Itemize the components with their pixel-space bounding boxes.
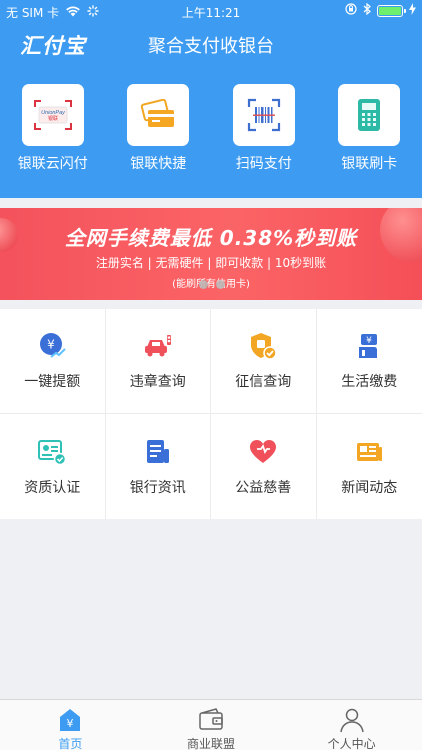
service-label: 资质认证 — [24, 479, 81, 496]
hand-yuan-icon: ¥ — [354, 331, 384, 361]
shield-check-icon — [248, 331, 278, 361]
service-label: 公益慈善 — [235, 479, 292, 496]
svg-text:¥: ¥ — [67, 717, 74, 730]
banner-subtitle: 注册实名 | 无需硬件 | 即可收款 | 10秒到账 — [95, 256, 327, 270]
barcode-scan-icon — [232, 84, 295, 146]
page-title: 聚合支付收银台 — [0, 32, 422, 58]
tab-label: 商业联盟 — [187, 737, 236, 750]
certificate-icon — [37, 437, 67, 467]
carousel-dots — [199, 280, 225, 289]
carousel-dot[interactable] — [216, 280, 225, 289]
charging-icon — [409, 3, 416, 18]
service-label: 新闻动态 — [341, 479, 398, 496]
service-utility-payment[interactable]: ¥ 生活缴费 — [316, 309, 422, 414]
pay-unionpay-express[interactable]: 银联快捷 — [106, 84, 212, 174]
header-panel: 无 SIM 卡 上午11:21 汇付宝 聚合支付收银台 UnionPay 银联 … — [0, 0, 422, 198]
service-grid: ¥ 一键提额 违章查询 征信查询 ¥ 生活缴费 资质认证 银行资讯 公益慈善 新… — [0, 309, 422, 519]
home-yuan-icon: ¥ — [57, 707, 83, 733]
service-label: 银行资讯 — [129, 479, 186, 496]
cards-icon — [127, 84, 190, 146]
page-title-text: 聚合支付收银台 — [148, 36, 274, 57]
service-news[interactable]: 新闻动态 — [317, 414, 422, 519]
payment-methods: UnionPay 银联 银联云闪付 银联快捷 扫码支付 银联刷卡 — [0, 84, 422, 174]
service-qualification[interactable]: 资质认证 — [0, 414, 106, 519]
pay-label: 扫码支付 — [235, 156, 292, 172]
heart-icon — [248, 437, 278, 467]
status-bar: 无 SIM 卡 上午11:21 — [0, 0, 422, 22]
carousel-dot[interactable] — [199, 280, 208, 289]
pay-label: 银联快捷 — [130, 156, 187, 172]
service-label: 一键提额 — [24, 374, 81, 390]
unionpay-card-icon: UnionPay 银联 — [21, 84, 84, 146]
svg-text:¥: ¥ — [366, 336, 372, 346]
service-label: 征信查询 — [235, 374, 292, 390]
pos-terminal-icon — [338, 84, 401, 146]
tab-label: 首页 — [58, 737, 83, 750]
status-right — [345, 2, 416, 18]
pay-qr-scan[interactable]: 扫码支付 — [211, 84, 317, 174]
tab-profile[interactable]: 个人中心 — [281, 700, 422, 750]
pay-card-swipe[interactable]: 银联刷卡 — [317, 84, 422, 174]
service-label: 违章查询 — [129, 374, 186, 390]
document-list-icon — [143, 437, 173, 467]
svg-text:¥: ¥ — [47, 338, 55, 352]
tab-home[interactable]: ¥ 首页 — [0, 700, 141, 750]
service-charity[interactable]: 公益慈善 — [211, 414, 317, 519]
person-icon — [339, 707, 365, 733]
yuan-growth-icon: ¥ — [37, 331, 67, 361]
pay-label: 银联刷卡 — [341, 156, 398, 172]
service-label: 生活缴费 — [341, 374, 398, 390]
newspaper-icon — [354, 437, 384, 467]
wallet-icon — [198, 707, 224, 733]
service-traffic-violation[interactable]: 违章查询 — [105, 309, 211, 414]
pay-label: 银联云闪付 — [17, 156, 88, 172]
service-quota-boost[interactable]: ¥ 一键提额 — [0, 309, 106, 414]
tab-business-alliance[interactable]: 商业联盟 — [141, 700, 282, 750]
orientation-lock-icon — [345, 3, 357, 18]
tab-bar: ¥ 首页 商业联盟 个人中心 — [0, 699, 422, 750]
unionpay-logo-cn: 银联 — [48, 115, 58, 122]
service-credit-check[interactable]: 征信查询 — [211, 309, 317, 414]
tab-label: 个人中心 — [327, 737, 376, 750]
promo-banner[interactable]: 全网手续费最低 0.38%秒到账 注册实名 | 无需硬件 | 即可收款 | 10… — [0, 208, 422, 300]
service-bank-news[interactable]: 银行资讯 — [106, 414, 211, 519]
pay-unionpay-quickpass[interactable]: UnionPay 银联 银联云闪付 — [0, 84, 106, 174]
bluetooth-icon — [363, 2, 371, 18]
banner-title: 全网手续费最低 0.38%秒到账 — [64, 226, 358, 250]
car-icon — [143, 331, 173, 361]
battery-icon — [377, 4, 406, 17]
